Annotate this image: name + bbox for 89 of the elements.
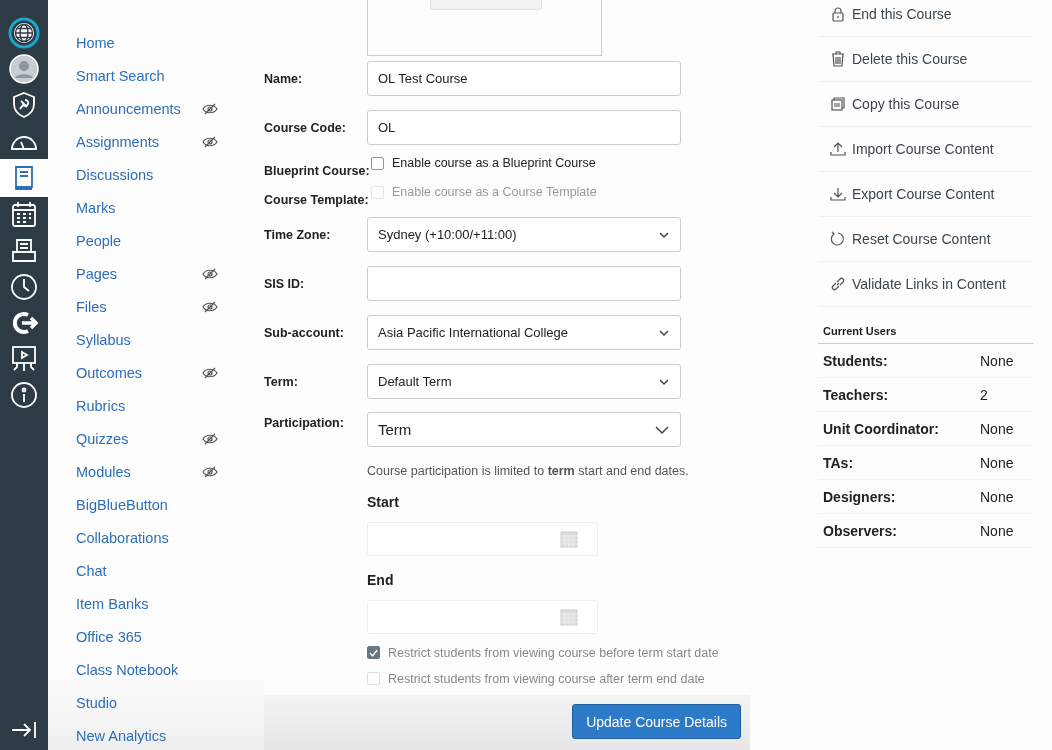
checkbox-label: Restrict students from viewing course after term end date bbox=[388, 671, 705, 686]
course-action-link[interactable]: End this Course bbox=[818, 0, 1033, 37]
date-label: Start bbox=[367, 494, 400, 512]
course-nav-link[interactable]: Modules bbox=[76, 463, 131, 480]
course-action-link[interactable]: Import Course Content bbox=[818, 127, 1033, 172]
select-field[interactable]: Asia Pacific International College bbox=[367, 315, 681, 350]
lock-icon bbox=[830, 6, 846, 22]
role-label: Designers: bbox=[823, 488, 897, 505]
date-label: End bbox=[367, 572, 395, 590]
course-action-link[interactable]: Reset Course Content bbox=[818, 217, 1033, 262]
calendar-icon bbox=[560, 608, 578, 626]
participation-note: Course participation is limited to term start and end dates. bbox=[367, 464, 690, 478]
field-label: Participation: bbox=[264, 415, 345, 430]
course-nav-link[interactable]: Quizzes bbox=[76, 430, 129, 447]
field-label: Course Code: bbox=[264, 120, 347, 135]
collapse-icon[interactable] bbox=[10, 720, 38, 740]
role-label: Students: bbox=[823, 352, 889, 369]
nav-item[interactable] bbox=[0, 159, 48, 197]
course-nav-link[interactable]: People bbox=[76, 232, 122, 249]
course-nav-link[interactable]: Syllabus bbox=[76, 331, 131, 348]
course-action-link[interactable]: Export Course Content bbox=[818, 172, 1033, 217]
update-button[interactable]: Update Course Details bbox=[572, 704, 741, 739]
text-field[interactable]: OL Test Course bbox=[367, 61, 681, 96]
checkbox-label: Restrict students from viewing course before term start date bbox=[388, 645, 719, 660]
course-nav-link[interactable]: New Analytics bbox=[76, 727, 167, 744]
course-nav-link[interactable]: Chat bbox=[76, 562, 107, 579]
user-count: None bbox=[980, 420, 1014, 437]
copy-icon bbox=[830, 96, 846, 112]
field-label: Blueprint Course: bbox=[264, 164, 367, 180]
course-nav-link[interactable]: Office 365 bbox=[76, 628, 142, 645]
course-nav-link[interactable]: Class Notebook bbox=[76, 661, 179, 678]
text-field[interactable] bbox=[367, 266, 681, 301]
course-nav-link[interactable]: Marks bbox=[76, 199, 116, 216]
user-count: 2 bbox=[980, 386, 988, 403]
info-icon bbox=[8, 379, 40, 411]
calendar-icon bbox=[560, 530, 578, 548]
course-action-link[interactable]: Validate Links in Content bbox=[818, 262, 1033, 307]
course-nav-link[interactable]: Home bbox=[76, 34, 115, 51]
role-label: Teachers: bbox=[823, 386, 890, 403]
chevron-down-icon bbox=[658, 230, 670, 239]
course-action-link[interactable]: Delete this Course bbox=[818, 37, 1033, 82]
select-field[interactable]: Default Term bbox=[367, 364, 681, 399]
course-nav-link[interactable]: Collaborations bbox=[76, 529, 169, 546]
course-action-link[interactable]: Copy this Course bbox=[818, 82, 1033, 127]
course-nav-link[interactable]: Studio bbox=[76, 694, 118, 711]
chevron-down-icon bbox=[658, 328, 670, 337]
user-count: None bbox=[980, 488, 1014, 505]
course-nav-link[interactable]: Discussions bbox=[76, 166, 154, 183]
date-field[interactable] bbox=[367, 522, 598, 556]
course-nav-link[interactable]: Announcements bbox=[76, 100, 181, 117]
field-label: SIS ID: bbox=[264, 276, 306, 291]
course-nav-link[interactable]: BigBlueButton bbox=[76, 496, 168, 513]
field-label: Name: bbox=[264, 71, 304, 86]
course-nav-link[interactable]: Pages bbox=[76, 265, 118, 282]
course-nav-link[interactable]: Item Banks bbox=[76, 595, 149, 612]
field-label: Course Template: bbox=[264, 193, 367, 209]
course-nav-link[interactable]: Assignments bbox=[76, 133, 159, 150]
checkbox-label: Enable course as a Course Template bbox=[392, 185, 597, 199]
select-field[interactable]: Sydney (+10:00/+11:00) bbox=[367, 217, 681, 252]
user-count: None bbox=[980, 352, 1014, 369]
checkbox[interactable] bbox=[371, 156, 384, 170]
user-count: None bbox=[980, 454, 1014, 471]
chevron-down-icon bbox=[654, 424, 670, 435]
field-label: Sub-account: bbox=[264, 325, 345, 340]
avatar-icon bbox=[8, 53, 40, 85]
link-icon bbox=[830, 276, 846, 292]
field-label: Term: bbox=[264, 374, 299, 389]
course-nav-link[interactable]: Rubrics bbox=[76, 397, 126, 414]
upload-icon bbox=[830, 141, 846, 157]
select-field[interactable]: Term bbox=[367, 412, 681, 447]
checkbox-label: Enable course as a Blueprint Course bbox=[392, 156, 596, 170]
checkbox[interactable] bbox=[367, 646, 380, 659]
course-nav-link[interactable]: Outcomes bbox=[76, 364, 143, 381]
user-count: None bbox=[980, 522, 1014, 539]
field-label: Time Zone: bbox=[264, 227, 332, 242]
course-nav-link[interactable]: Files bbox=[76, 298, 107, 315]
role-label: TAs: bbox=[823, 454, 855, 471]
course-nav-link[interactable]: Smart Search bbox=[76, 67, 165, 84]
role-label: Unit Coordinator: bbox=[823, 420, 940, 437]
role-label: Observers: bbox=[823, 522, 898, 539]
chevron-down-icon bbox=[658, 377, 670, 386]
date-field[interactable] bbox=[367, 600, 598, 634]
text-field[interactable]: OL bbox=[367, 110, 681, 145]
reset-icon bbox=[830, 231, 846, 247]
download-icon bbox=[830, 186, 846, 202]
trash-icon bbox=[830, 51, 846, 67]
globe-logo-icon bbox=[8, 17, 40, 49]
section-heading: Current Users bbox=[818, 325, 1033, 344]
clock-icon bbox=[8, 271, 40, 303]
